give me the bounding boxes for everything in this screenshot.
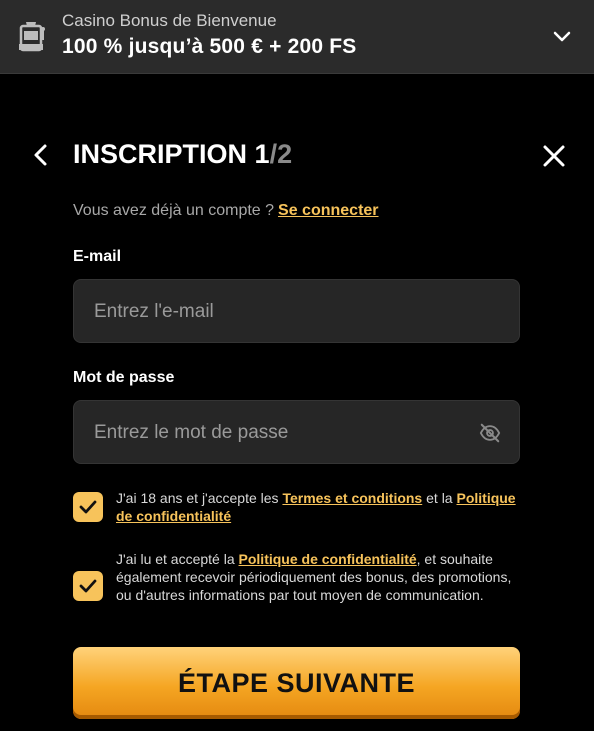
title-text: INSCRIPTION: [73, 139, 248, 169]
terms-text-middle: et la: [422, 490, 457, 506]
chevron-down-icon[interactable]: [550, 24, 574, 48]
password-label: Mot de passe: [73, 369, 175, 386]
marketing-consent-text: J'ai lu et accepté la Politique de confi…: [116, 550, 526, 604]
email-input[interactable]: [92, 280, 476, 344]
login-link[interactable]: Se connecter: [278, 202, 378, 219]
terms-conditions-link[interactable]: Termes et conditions: [282, 490, 422, 506]
page-title: INSCRIPTION 1/2: [73, 139, 292, 170]
step-separator: /: [269, 139, 278, 169]
step-total: 2: [277, 139, 293, 169]
existing-account-line: Vous avez déjà un compte ? Se connecter: [73, 202, 379, 220]
marketing-checkbox[interactable]: [73, 571, 103, 601]
step-current: 1: [254, 139, 270, 169]
close-icon[interactable]: [540, 142, 568, 170]
check-icon: [79, 500, 97, 514]
password-field-container: [73, 400, 520, 465]
existing-account-prompt: Vous avez déjà un compte ?: [73, 202, 275, 219]
banner-offer: 100 % jusqu’à 500 € + 200 FS: [62, 35, 357, 58]
eye-off-icon[interactable]: [479, 422, 501, 444]
marketing-text-before: J'ai lu et accepté la: [116, 551, 239, 567]
privacy-policy-link-2[interactable]: Politique de confidentialité: [239, 551, 417, 567]
terms-consent-text: J'ai 18 ans et j'accepte les Termes et c…: [116, 489, 526, 525]
terms-checkbox[interactable]: [73, 492, 103, 522]
next-step-button[interactable]: ÉTAPE SUIVANTE: [73, 647, 520, 719]
slot-machine-icon: [19, 22, 45, 52]
banner-subtitle: Casino Bonus de Bienvenue: [62, 11, 277, 30]
email-field-container: [73, 279, 520, 344]
terms-text-before: J'ai 18 ans et j'accepte les: [116, 490, 283, 506]
password-input[interactable]: [92, 401, 476, 465]
email-label: E-mail: [73, 248, 122, 265]
check-icon: [79, 579, 97, 593]
back-arrow-icon[interactable]: [28, 142, 54, 168]
welcome-bonus-banner[interactable]: Casino Bonus de Bienvenue 100 % jusqu’à …: [0, 0, 594, 74]
